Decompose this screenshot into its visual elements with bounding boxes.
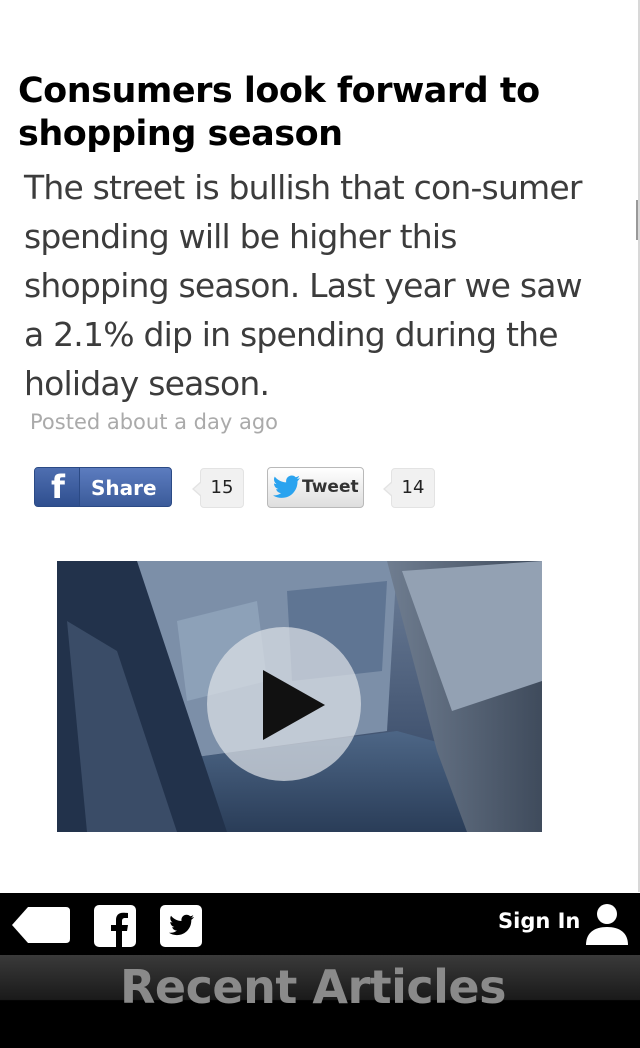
facebook-share-count: 15 bbox=[192, 468, 244, 508]
video-player[interactable] bbox=[57, 561, 542, 832]
facebook-icon: f bbox=[35, 468, 80, 506]
back-tag-icon[interactable] bbox=[10, 905, 72, 945]
twitter-bird-icon bbox=[273, 475, 300, 498]
tweet-label: Tweet bbox=[302, 477, 359, 497]
facebook-share-button[interactable]: f Share bbox=[34, 467, 172, 507]
facebook-logo-letter: f bbox=[51, 468, 65, 506]
play-icon bbox=[263, 670, 325, 740]
article-headline[interactable]: Consumers look forward to shopping seaso… bbox=[18, 70, 618, 156]
person-icon[interactable] bbox=[584, 903, 630, 945]
play-button[interactable] bbox=[207, 627, 361, 781]
article-summary: The street is bullish that con-sumer spe… bbox=[24, 168, 583, 403]
facebook-share-label: Share bbox=[91, 476, 157, 500]
tweet-count: 14 bbox=[383, 468, 435, 508]
twitter-icon[interactable] bbox=[160, 905, 202, 947]
sign-in-link[interactable]: Sign In bbox=[498, 909, 580, 939]
facebook-icon[interactable] bbox=[94, 905, 136, 947]
tweet-button[interactable]: Tweet bbox=[267, 467, 364, 508]
posted-time: Posted about a day ago bbox=[30, 410, 279, 434]
recent-articles-title[interactable]: Recent Articles bbox=[0, 960, 626, 1014]
